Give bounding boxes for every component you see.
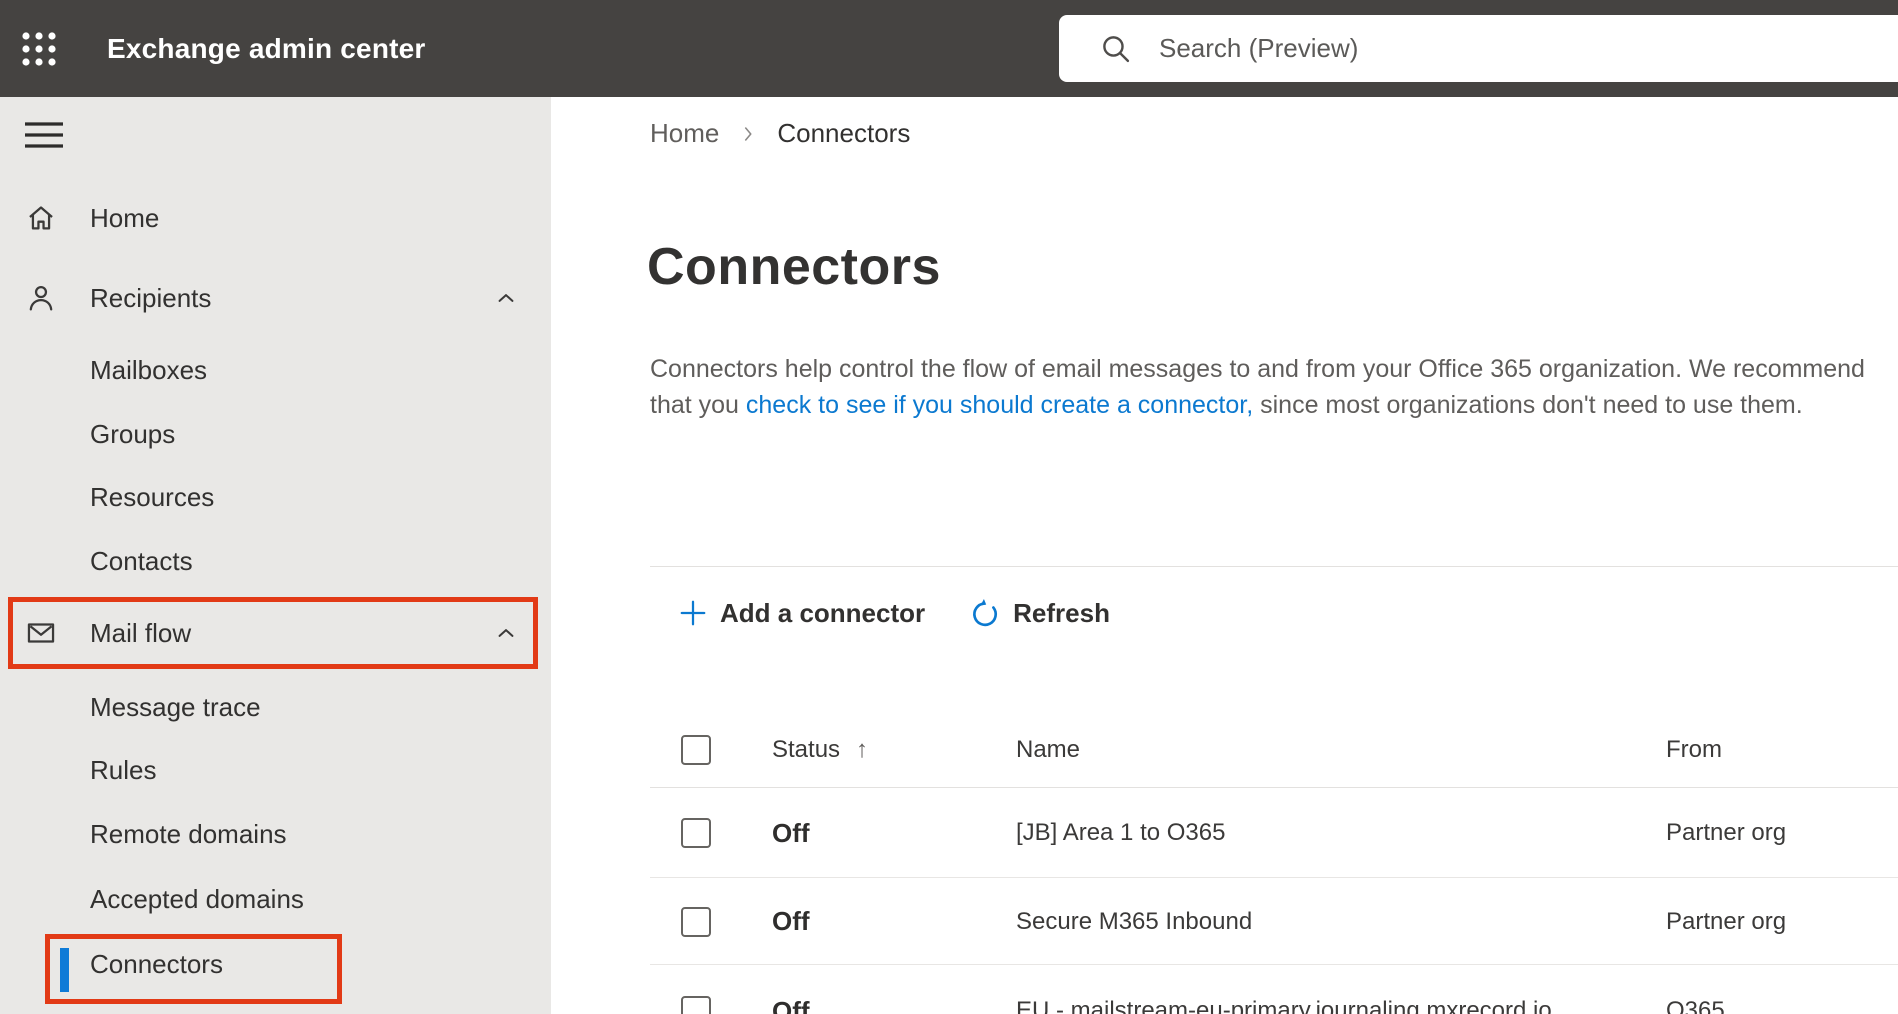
sidebar-item-connectors[interactable]: Connectors [0, 932, 551, 996]
sidebar-item-label: Groups [90, 418, 176, 449]
toolbar-divider [650, 566, 1898, 567]
status-cell: Off [772, 906, 810, 936]
sidebar-item-label: Connectors [90, 948, 223, 979]
left-navigation: Home Recipients Mailboxes Groups Resourc… [0, 97, 551, 1014]
page-title: Connectors [647, 238, 941, 296]
create-connector-check-link[interactable]: check to see if you should create a conn… [746, 391, 1253, 419]
sidebar-item-accepted-domains[interactable]: Accepted domains [0, 867, 551, 931]
sidebar-item-label: Remote domains [90, 818, 287, 849]
row-checkbox[interactable] [681, 906, 711, 937]
search-box[interactable] [1059, 15, 1898, 82]
from-cell: Partner org [1666, 907, 1787, 935]
sidebar-item-label: Rules [90, 754, 157, 785]
refresh-icon [973, 599, 998, 627]
breadcrumb-current: Connectors [777, 117, 911, 148]
refresh-button[interactable]: Refresh [969, 597, 1110, 629]
sidebar-item-recipients[interactable]: Recipients [0, 266, 551, 330]
sidebar-item-label: Home [90, 202, 160, 233]
sidebar-item-label: Message trace [90, 691, 261, 722]
app-title: Exchange admin center [107, 32, 426, 64]
from-cell: O365 [1666, 997, 1725, 1014]
sidebar-item-label: Resources [90, 481, 215, 512]
sidebar-item-label: Mailboxes [90, 354, 208, 385]
breadcrumb-home-link[interactable]: Home [650, 118, 719, 149]
table-row[interactable]: Off Secure M365 Inbound Partner org [551, 878, 1898, 965]
sidebar-item-label: Mail flow [90, 617, 192, 648]
status-cell: Off [772, 995, 810, 1014]
mail-icon [24, 616, 58, 650]
table-row[interactable]: Off EU - mailstream-eu-primary.journalin… [551, 965, 1898, 1014]
command-bar: Add a connector Refresh [678, 584, 1110, 642]
sidebar-item-rules[interactable]: Rules [0, 738, 551, 802]
top-app-bar: Exchange admin center [0, 0, 1898, 97]
sidebar-item-groups[interactable]: Groups [0, 402, 551, 466]
table-header-row: Status ↑ Name From [551, 712, 1898, 788]
chevron-up-icon[interactable] [492, 619, 520, 647]
select-all-checkbox[interactable] [681, 735, 711, 765]
app-launcher-waffle-icon[interactable] [14, 24, 64, 74]
refresh-label: Refresh [1013, 597, 1110, 628]
description-text: since most organizations don't need to u… [1253, 391, 1803, 419]
search-icon [1103, 35, 1130, 62]
search-input[interactable] [1159, 33, 1759, 64]
breadcrumb: Home Connectors [650, 117, 910, 149]
status-cell: Off [772, 817, 810, 848]
sidebar-item-remote-domains[interactable]: Remote domains [0, 802, 551, 866]
table-row[interactable]: Off [JB] Area 1 to O365 Partner org [551, 788, 1898, 878]
sidebar-item-label: Accepted domains [90, 883, 304, 914]
waffle-icon [22, 32, 56, 66]
hamburger-menu-icon[interactable] [22, 119, 66, 155]
chevron-up-icon[interactable] [492, 284, 520, 312]
person-icon [24, 281, 58, 315]
sidebar-item-label: Contacts [90, 545, 193, 576]
sidebar-item-home[interactable]: Home [0, 186, 551, 250]
name-cell[interactable]: [JB] Area 1 to O365 [1016, 788, 1225, 878]
main-content: Home Connectors Connectors Connectors he… [551, 97, 1898, 1014]
sidebar-item-mailboxes[interactable]: Mailboxes [0, 338, 551, 402]
sidebar-item-mail-flow[interactable]: Mail flow [8, 597, 538, 669]
from-cell: Partner org [1666, 819, 1787, 846]
row-checkbox[interactable] [681, 818, 711, 848]
page-description: Connectors help control the flow of emai… [650, 351, 1898, 423]
add-connector-label: Add a connector [720, 597, 926, 628]
add-connector-button[interactable]: Add a connector [678, 598, 925, 629]
column-header-status[interactable]: Status ↑ [772, 712, 868, 788]
name-cell[interactable]: Secure M365 Inbound [1016, 878, 1252, 965]
column-header-label: From [1666, 736, 1722, 763]
sort-ascending-icon[interactable]: ↑ [856, 736, 868, 764]
home-icon [24, 201, 58, 235]
breadcrumb-chevron-icon [737, 123, 759, 145]
column-header-from[interactable]: From [1666, 712, 1722, 788]
selected-item-indicator [60, 948, 69, 992]
sidebar-item-message-trace[interactable]: Message trace [0, 675, 551, 739]
column-header-label: Status [772, 736, 841, 763]
sidebar-item-label: Recipients [90, 282, 212, 313]
plus-icon [680, 600, 706, 626]
sidebar-item-resources[interactable]: Resources [0, 465, 551, 529]
column-header-name[interactable]: Name [1016, 712, 1080, 788]
row-checkbox[interactable] [681, 996, 711, 1014]
sidebar-item-contacts[interactable]: Contacts [0, 529, 551, 593]
hamburger-icon [25, 121, 63, 148]
column-header-label: Name [1016, 736, 1081, 763]
name-cell[interactable]: EU - mailstream-eu-primary.journaling.mx… [1016, 965, 1552, 1014]
